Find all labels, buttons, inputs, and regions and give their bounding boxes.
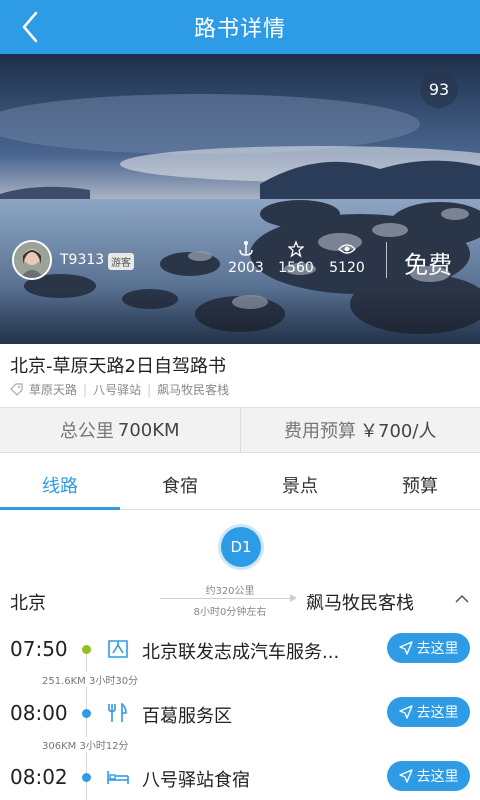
tab-route[interactable]: 线路 <box>0 460 120 510</box>
navigation-arrow-icon <box>398 769 413 783</box>
tag-item[interactable]: 八号驿站 <box>93 381 141 398</box>
navigation-arrow-icon <box>398 705 413 719</box>
favorite-stat: 1560 <box>271 240 321 276</box>
total-distance: 总公里 700KM <box>0 408 240 452</box>
price-label: 免费 <box>404 251 452 279</box>
guest-badge: 游客 <box>108 253 134 270</box>
rating-badge: 93 <box>420 70 458 108</box>
route-summary: 总公里 700KM 费用预算 ￥700/人 <box>0 407 480 453</box>
car-service-icon <box>108 640 128 658</box>
day-badge[interactable]: D1 <box>221 527 261 567</box>
view-stat: 5120 <box>322 240 372 276</box>
navigate-button[interactable]: 去这里 <box>387 697 470 727</box>
chevron-up-icon[interactable] <box>454 592 470 604</box>
route-title: 北京-草原天路2日自驾路书 <box>10 356 226 377</box>
download-stat: 2003 <box>221 240 271 276</box>
tab-budget[interactable]: 预算 <box>360 460 480 509</box>
day-end: 飙马牧民客栈 <box>306 593 414 614</box>
stop-name[interactable]: 八号驿站食宿 <box>142 766 250 792</box>
navigate-button[interactable]: 去这里 <box>387 761 470 791</box>
leg-info: 306KM 3小时12分 <box>40 737 131 752</box>
anchor-icon <box>239 240 253 256</box>
cover-image: 93 <box>0 54 480 344</box>
budget-label: 费用预算 <box>284 421 357 442</box>
eye-icon <box>338 244 356 254</box>
restaurant-icon <box>108 702 127 722</box>
budget-value: ￥700/人 <box>360 421 437 442</box>
tab-food-lodging[interactable]: 食宿 <box>120 460 240 509</box>
bed-icon <box>107 771 129 784</box>
total-distance-value: 700KM <box>117 419 180 441</box>
stop-name[interactable]: 百葛服务区 <box>142 702 232 728</box>
timeline-dot <box>82 773 91 782</box>
navigate-button[interactable]: 去这里 <box>387 633 470 663</box>
total-distance-label: 总公里 <box>59 421 114 442</box>
tab-attractions[interactable]: 景点 <box>240 460 360 509</box>
navigate-button-label: 去这里 <box>416 641 459 657</box>
detail-tabs: 线路 食宿 景点 预算 <box>0 460 480 510</box>
timeline-dot <box>82 645 91 654</box>
leg-info: 251.6KM 3小时30分 <box>40 672 141 687</box>
day-duration: 8小时0分钟左右 <box>193 607 267 618</box>
stop-time: 08:00 <box>10 701 68 725</box>
day-start: 北京 <box>10 593 46 614</box>
avatar[interactable] <box>12 240 52 280</box>
day-distance: 约320公里 <box>205 586 255 597</box>
arrow-right-icon <box>290 594 297 602</box>
tag-item[interactable]: 飙马牧民客栈 <box>157 381 229 398</box>
star-icon <box>288 240 304 258</box>
route-tags: 草原天路 | 八号驿站 | 飙马牧民客栈 <box>10 381 229 398</box>
back-arrow-icon[interactable] <box>14 9 48 45</box>
view-count: 5120 <box>329 260 365 276</box>
author-name[interactable]: T9313 <box>60 252 104 268</box>
top-bar: 路书详情 <box>0 0 480 54</box>
navigate-button-label: 去这里 <box>416 705 459 721</box>
download-count: 2003 <box>228 260 264 276</box>
stop-time: 07:50 <box>10 637 68 661</box>
tag-item[interactable]: 草原天路 <box>29 381 77 398</box>
navigate-button-label: 去这里 <box>416 769 459 785</box>
stop-time: 08:02 <box>10 765 68 789</box>
navigation-arrow-icon <box>398 641 413 655</box>
stop-name[interactable]: 北京联发志成汽车服务... <box>142 638 339 664</box>
tag-icon <box>10 382 23 396</box>
budget: 费用预算 ￥700/人 <box>239 408 480 452</box>
favorite-count: 1560 <box>278 260 314 276</box>
page-title: 路书详情 <box>193 17 286 42</box>
timeline-dot <box>82 709 91 718</box>
